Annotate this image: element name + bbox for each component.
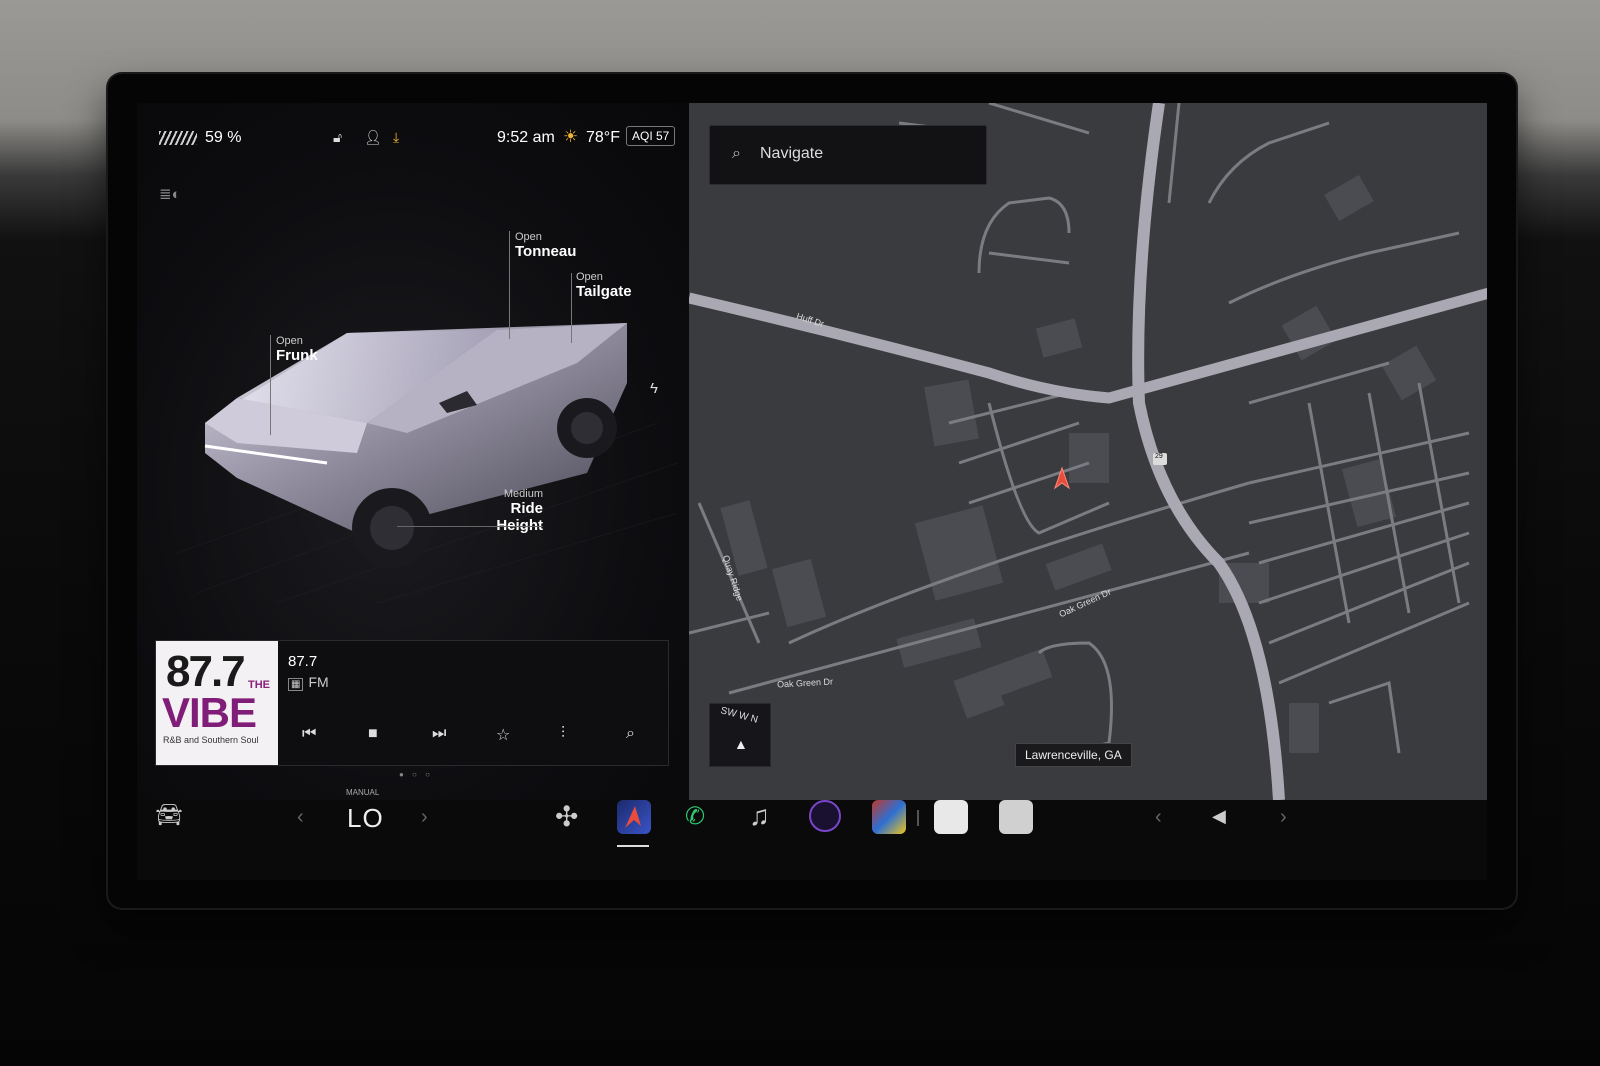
ride-height-label: Ride Height (496, 500, 543, 534)
dock-divider (917, 810, 919, 826)
compass-letters: SW W N (719, 705, 760, 726)
page-indicator: ● ○ ○ (399, 770, 433, 779)
equalizer-icon[interactable]: ⫶ (561, 725, 565, 743)
ride-height-value: Medium (503, 488, 543, 500)
headlight-icon[interactable]: ≣◐ (159, 185, 181, 203)
climate-mode: MANUAL (346, 788, 380, 797)
lock-icon[interactable]: 🔓︎ (333, 129, 342, 146)
battery-icon (159, 131, 197, 145)
status-bar: 59 % 🔓︎ 👤︎ ⤓ 9:52 am ☀ 78°F AQI 57 (159, 126, 679, 151)
album-subtitle: R&B and Southern Soul (163, 735, 259, 745)
navigate-search[interactable]: ⌕ Navigate (709, 125, 987, 185)
radio-band-label: FM (308, 674, 329, 690)
tonneau-label: Tonneau (515, 243, 577, 260)
tailgate-control[interactable]: Open Tailgate (576, 271, 632, 300)
download-icon[interactable]: ⤓ (393, 129, 399, 146)
tailgate-leader-line (571, 273, 572, 343)
music-icon[interactable]: ♫ (749, 800, 770, 832)
sun-icon: ☀ (563, 127, 579, 146)
album-name: VIBE (162, 689, 257, 736)
cybertruck-model (177, 323, 677, 603)
volume-icon[interactable]: ◀ (1212, 806, 1226, 827)
tonneau-control[interactable]: Open Tonneau (515, 231, 576, 260)
compass-button[interactable]: SW W N ▲ (709, 703, 771, 767)
map-roads (689, 103, 1487, 800)
next-icon[interactable]: ⏭ (432, 725, 446, 743)
temp-down-chevron-icon[interactable]: ‹ (297, 806, 304, 829)
aqi-badge: AQI 57 (626, 126, 676, 146)
stop-icon[interactable]: ■ (368, 725, 378, 743)
screen: 59 % 🔓︎ 👤︎ ⤓ 9:52 am ☀ 78°F AQI 57 ≣◐ Op… (137, 103, 1487, 800)
navigation-app-icon[interactable] (617, 800, 651, 834)
temp-up-chevron-icon[interactable]: › (421, 806, 428, 829)
station-frequency: 87.7 (288, 653, 318, 670)
profile-icon[interactable]: 👤︎ (364, 129, 382, 146)
camera-icon[interactable] (809, 800, 841, 832)
tonneau-leader-line (509, 231, 510, 339)
navigation-arrow-icon (625, 806, 641, 828)
notes-icon[interactable] (999, 800, 1033, 834)
tonneau-action: Open (515, 231, 542, 243)
apps-icon[interactable] (872, 800, 906, 834)
frunk-action: Open (276, 335, 303, 347)
fan-icon[interactable]: ✣ (555, 800, 578, 833)
frunk-label: Frunk (276, 347, 318, 364)
car-icon[interactable]: 🚘︎ (155, 802, 183, 828)
calendar-icon[interactable] (934, 800, 968, 834)
album-art[interactable]: 87.7 THE VIBE R&B and Southern Soul (156, 641, 278, 765)
charge-port-icon[interactable]: ϟ (650, 380, 658, 397)
bottom-dock: 🚘︎ ‹ MANUAL LO › ✣ ✆ ♫ ‹ ◀ › (137, 788, 1487, 880)
cabin-temperature[interactable]: LO (347, 803, 384, 834)
outside-temperature: 78°F (586, 129, 620, 146)
media-player: 87.7 THE VIBE R&B and Southern Soul 87.7… (155, 640, 669, 766)
tailgate-action: Open (576, 271, 603, 283)
favorite-star-icon[interactable]: ☆ (496, 725, 510, 745)
ride-height-control[interactable]: Medium Ride Height (460, 488, 543, 534)
search-icon: ⌕ (732, 145, 741, 162)
active-app-indicator (617, 845, 649, 847)
ride-height-leader-line (397, 526, 543, 527)
compass-arrow-icon: ▲ (734, 736, 748, 752)
volume-up-chevron-icon[interactable]: › (1280, 806, 1287, 829)
media-search-icon[interactable]: ⌕ (626, 725, 635, 743)
previous-icon[interactable]: ⏮ (302, 725, 316, 743)
map-view[interactable]: Huff Dr Quay Ridge Oak Green Dr Oak Gree… (689, 103, 1487, 800)
frunk-leader-line (270, 335, 271, 435)
battery-percent: 59 % (205, 129, 242, 146)
clock: 9:52 am (497, 129, 555, 146)
tailgate-label: Tailgate (576, 283, 632, 300)
radio-band: ▦ FM (288, 674, 329, 691)
search-placeholder: Navigate (760, 145, 824, 162)
frunk-control[interactable]: Open Frunk (276, 335, 318, 364)
volume-down-chevron-icon[interactable]: ‹ (1155, 806, 1162, 829)
location-label: Lawrenceville, GA (1015, 743, 1132, 767)
vehicle-panel: 59 % 🔓︎ 👤︎ ⤓ 9:52 am ☀ 78°F AQI 57 ≣◐ Op… (137, 103, 703, 800)
route-shield: 29 (1155, 453, 1163, 460)
phone-icon[interactable]: ✆ (685, 802, 705, 831)
